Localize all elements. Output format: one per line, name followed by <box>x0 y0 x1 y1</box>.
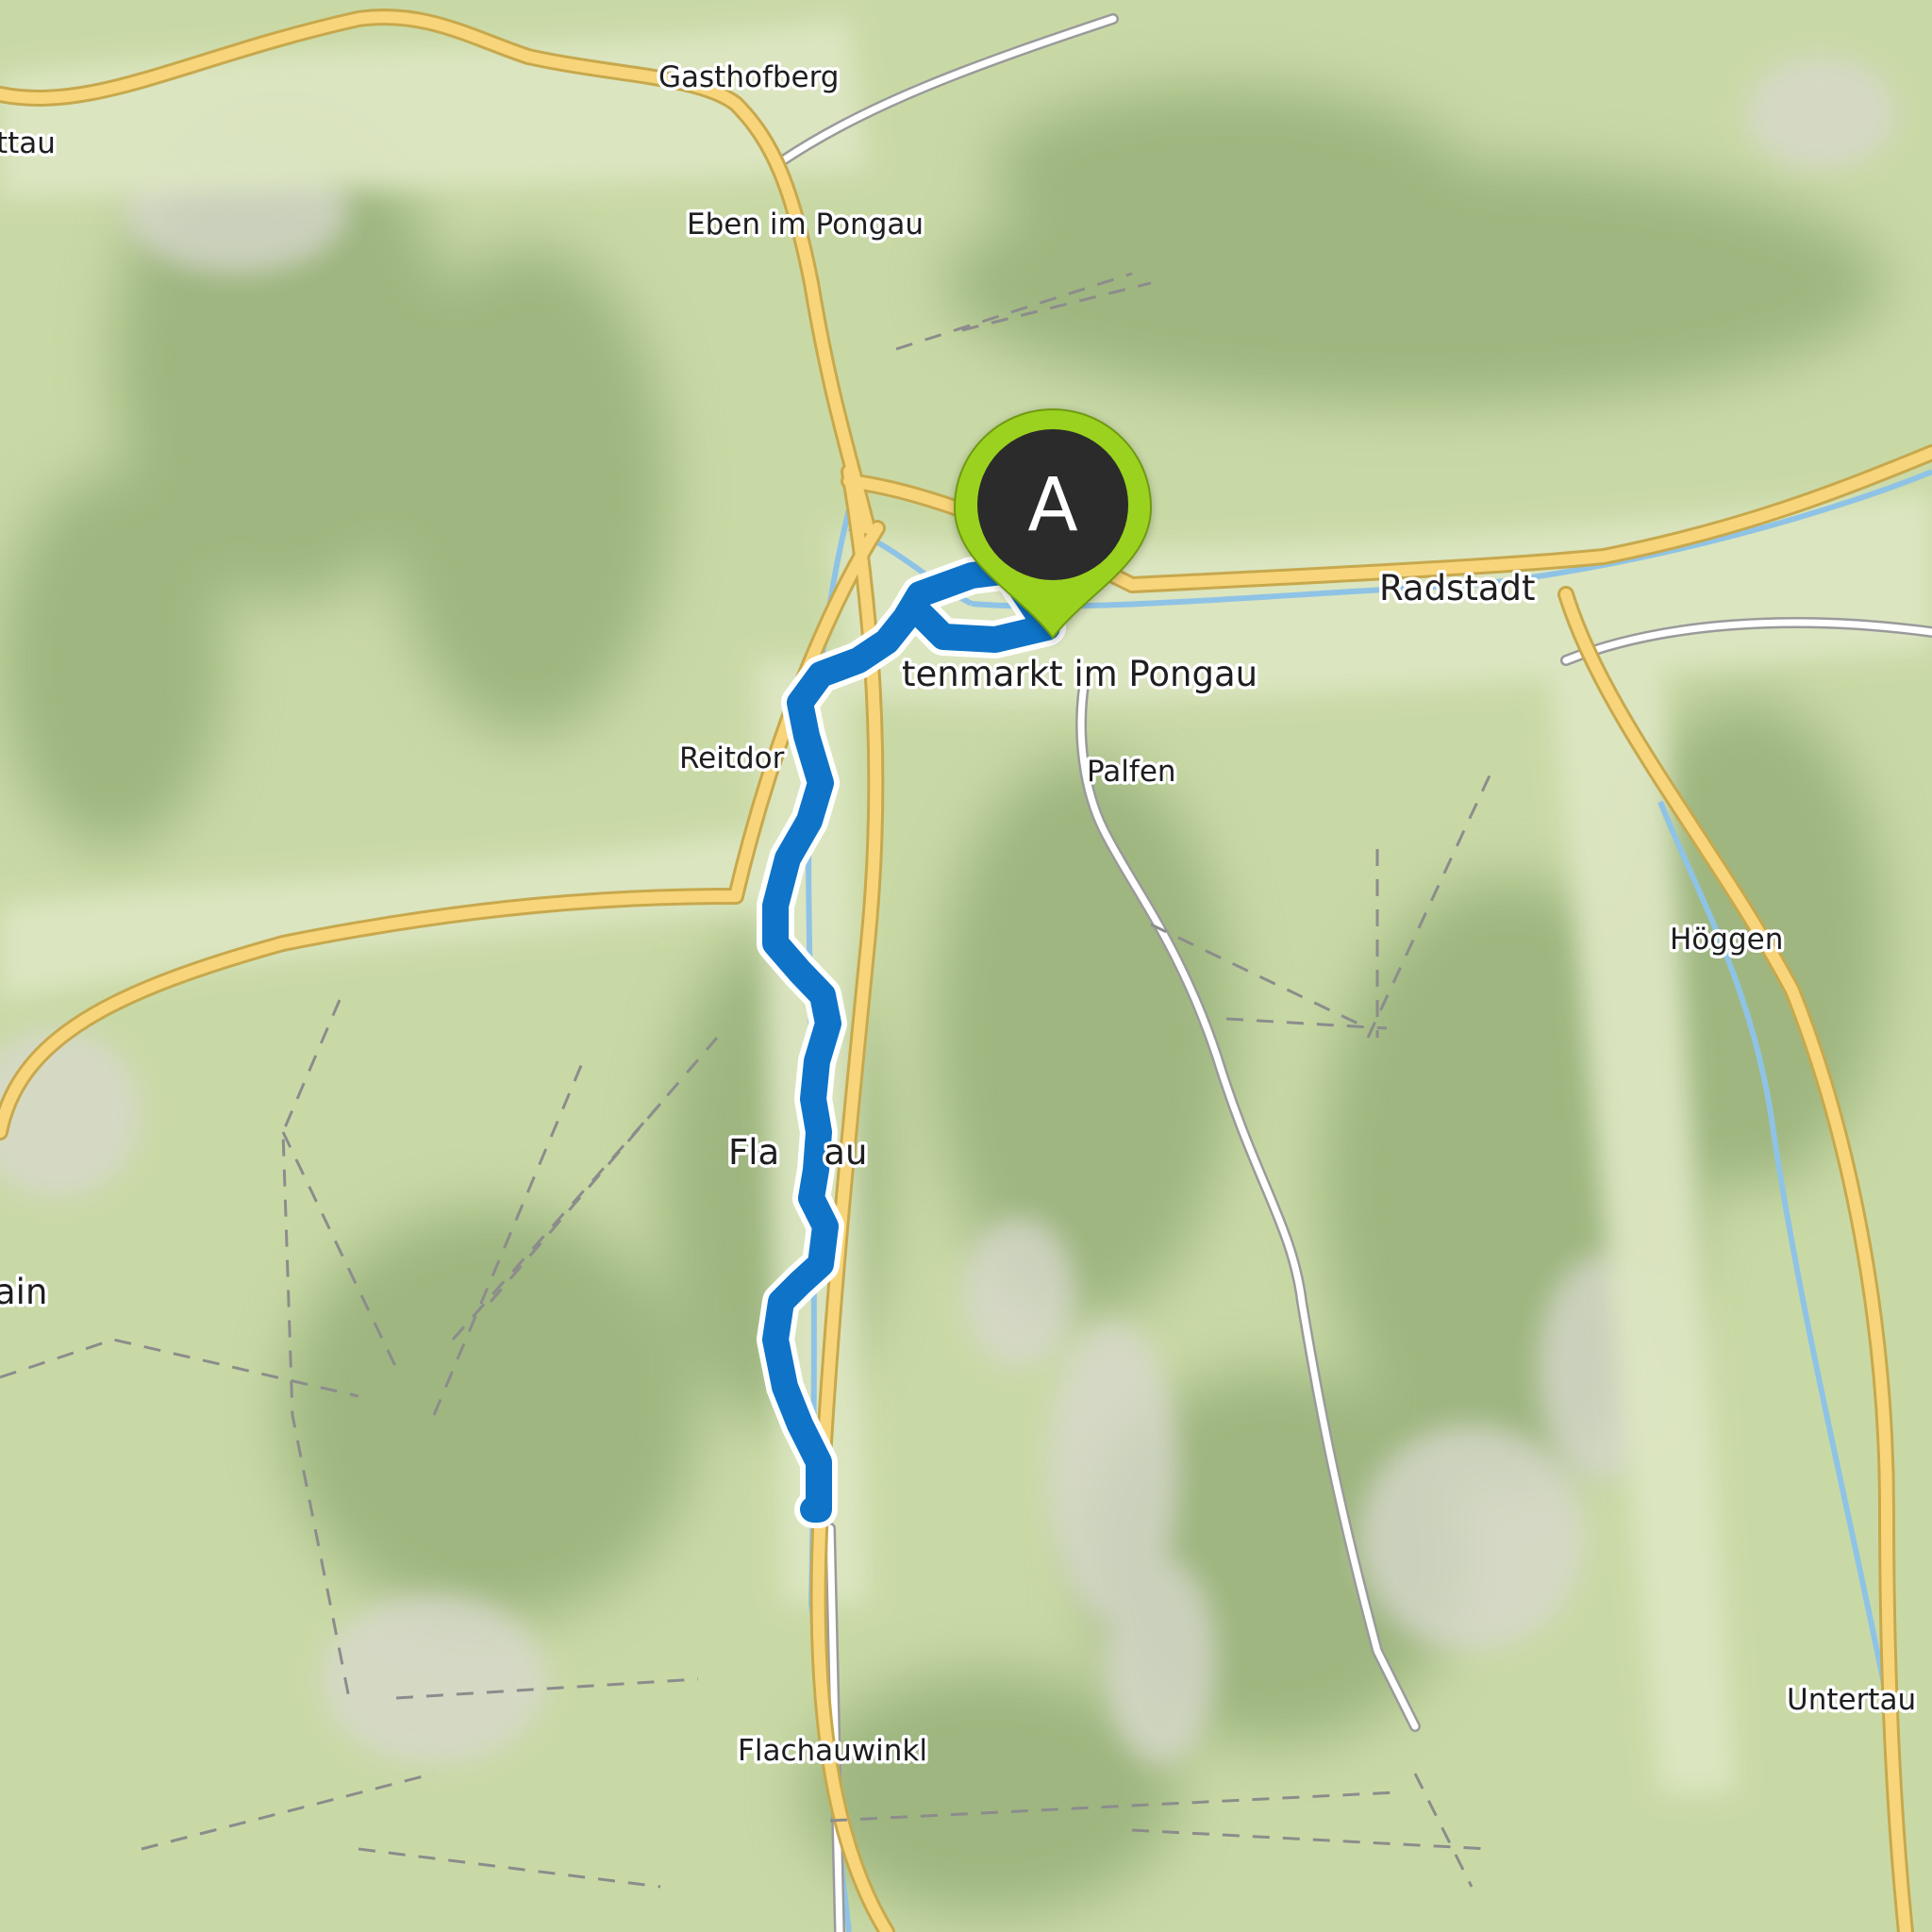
label-ain[interactable]: ain <box>0 1269 51 1316</box>
label-altenmarkt-im-pongau[interactable]: tenmarkt im Pongau <box>899 651 1261 698</box>
label-reitdorf[interactable]: Reitdor <box>676 739 789 779</box>
label-flachauwinkl[interactable]: Flachauwinkl <box>735 1731 931 1772</box>
label-palfen[interactable]: Palfen <box>1084 752 1180 792</box>
label-eben-im-pongau[interactable]: Eben im Pongau <box>684 205 927 245</box>
label-flachau[interactable]: Fla au <box>725 1129 871 1176</box>
label-untertauern[interactable]: Untertau <box>1784 1680 1920 1721</box>
label-ttau[interactable]: ttau <box>0 124 58 164</box>
label-radstadt[interactable]: Radstadt <box>1376 565 1540 612</box>
label-gasthofberg[interactable]: Gasthofberg <box>656 58 842 98</box>
topographic-map[interactable]: Gasthofberg ttau Eben im Pongau Radstadt… <box>0 0 1932 1932</box>
start-marker-letter: A <box>1027 463 1077 548</box>
label-hoggen[interactable]: Höggen <box>1667 920 1787 960</box>
